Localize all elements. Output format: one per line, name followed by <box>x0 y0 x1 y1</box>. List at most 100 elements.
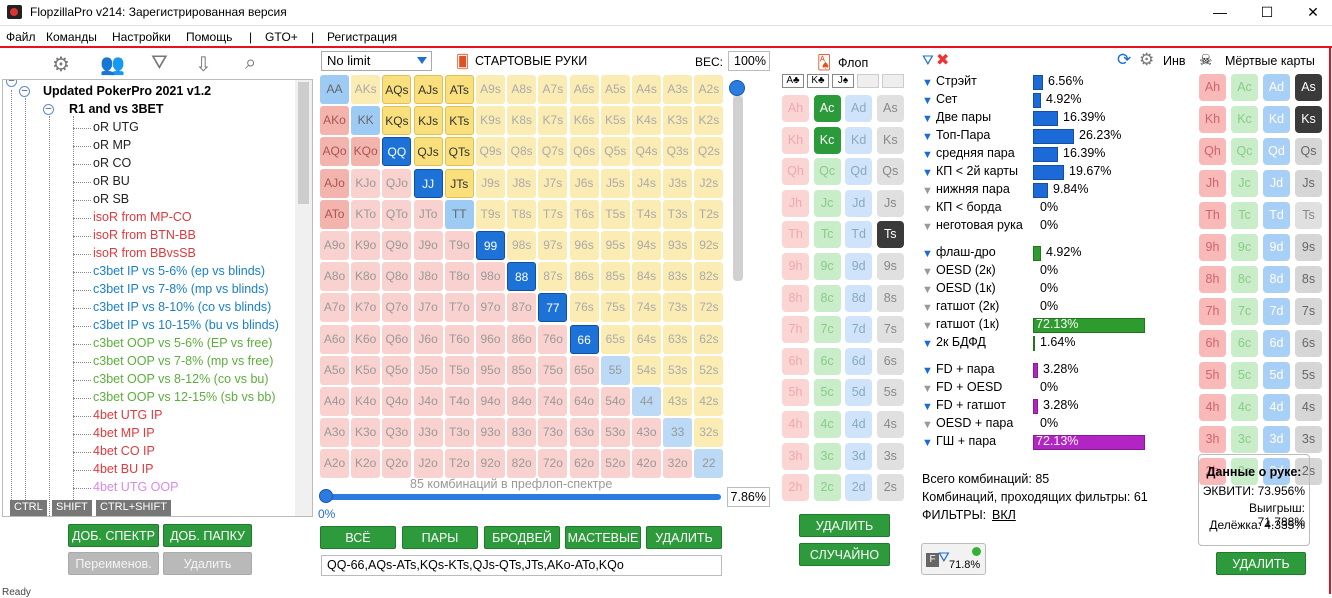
card-cell[interactable]: 2d <box>845 474 873 502</box>
card-cell[interactable]: Qs <box>1295 138 1322 165</box>
range-slider-knob[interactable] <box>319 489 333 503</box>
hand-cell[interactable]: J3s <box>663 168 693 198</box>
hand-cell[interactable]: J4s <box>632 168 661 198</box>
add-folder-button[interactable]: ДОБ. ПАПКУ <box>163 524 252 547</box>
tree-item[interactable]: 4bet BU IP <box>93 462 153 476</box>
hand-cell[interactable]: Q7s <box>538 137 568 167</box>
delete-button[interactable]: Удалить <box>163 552 252 575</box>
all-button[interactable]: ВСЁ <box>320 526 396 549</box>
card-cell[interactable]: 3d <box>1263 426 1290 453</box>
card-cell[interactable]: Ac <box>813 95 841 122</box>
card-cell[interactable]: Jh <box>1199 170 1226 197</box>
hand-cell[interactable]: AKo <box>320 106 349 136</box>
card-cell[interactable]: Kc <box>813 126 841 154</box>
broadway-button[interactable]: БРОДВЕЙ <box>484 526 560 549</box>
hand-cell[interactable]: K5s <box>600 106 630 136</box>
card-cell[interactable]: 5d <box>845 379 873 407</box>
hand-cell[interactable]: 72o <box>538 449 568 479</box>
hand-cell[interactable]: A8s <box>507 75 537 104</box>
stat-row[interactable]: ▼ Сет <box>922 92 957 109</box>
hand-cell[interactable]: 84s <box>632 262 661 292</box>
hand-cell[interactable]: 96s <box>569 231 599 260</box>
filters-toggle[interactable]: ВКЛ <box>992 508 1016 522</box>
card-cell[interactable]: 7c <box>1231 298 1258 325</box>
card-cell[interactable]: 4c <box>813 411 841 438</box>
close-button[interactable]: ✕ <box>1298 3 1328 21</box>
hand-cell[interactable]: Q2s <box>694 137 724 167</box>
tree-item[interactable]: c3bet IP vs 7-8% (mp vs blinds) <box>93 282 269 296</box>
hand-cell[interactable]: Q4o <box>382 387 412 416</box>
card-cell[interactable]: 9c <box>813 253 841 280</box>
card-cell[interactable]: 2h <box>782 474 809 502</box>
card-cell[interactable]: Ah <box>782 95 809 122</box>
filter-icon[interactable]: ▼ <box>922 419 933 431</box>
card-cell[interactable]: Ac <box>1231 74 1258 101</box>
card-cell[interactable]: 8h <box>1199 266 1226 293</box>
users-icon[interactable]: 👥 <box>100 52 125 77</box>
hand-cell[interactable]: A5s <box>600 75 630 104</box>
hand-cell[interactable]: 98s <box>507 231 537 260</box>
hand-cell[interactable]: AJo <box>320 168 349 198</box>
filter-icon[interactable]: ▼ <box>922 437 933 449</box>
tree-item[interactable]: isoR from BBvsSB <box>93 246 196 260</box>
hand-cell[interactable]: A3o <box>320 418 349 448</box>
stat-row[interactable]: ▼ гатшот (2к) <box>922 299 999 316</box>
hand-cell[interactable]: K2o <box>351 449 381 479</box>
hand-cell[interactable]: 72s <box>694 293 724 323</box>
hand-cell[interactable]: AJs <box>413 75 443 104</box>
card-cell[interactable]: Jh <box>782 189 809 217</box>
hand-cell[interactable]: Q3s <box>663 137 693 167</box>
clear-range-button[interactable]: УДАЛИТЬ <box>646 526 722 549</box>
card-cell[interactable]: 4d <box>845 411 873 438</box>
card-cell[interactable]: Kh <box>1199 106 1226 133</box>
hand-cell[interactable]: J5o <box>413 355 443 385</box>
stat-row[interactable]: ▼ нижняя пара <box>922 182 1010 199</box>
search-icon[interactable]: ⌕ <box>245 52 256 75</box>
hand-cell[interactable]: A9o <box>320 231 349 260</box>
card-cell[interactable]: Ah <box>1199 74 1226 101</box>
collapse-toggle-icon[interactable]: – <box>43 104 54 115</box>
card-cell[interactable]: Jd <box>1263 170 1290 197</box>
filter-icon[interactable]: ▼ <box>922 365 933 377</box>
tree-item[interactable]: c3bet OOP vs 5-6% (EP vs free) <box>93 336 272 350</box>
hand-cell[interactable]: KJs <box>413 106 443 136</box>
range-percent[interactable]: 7.86% <box>727 487 770 507</box>
tree-item[interactable]: c3bet OOP vs 8-12% (co vs bu) <box>93 372 269 386</box>
card-cell[interactable]: 7d <box>1263 298 1290 325</box>
hand-cell[interactable]: J8o <box>413 262 443 292</box>
hand-cell[interactable]: 66 <box>569 324 599 354</box>
hand-cell[interactable]: 76o <box>538 324 568 354</box>
tree-item[interactable]: oR MP <box>93 138 131 152</box>
hand-cell[interactable]: 32s <box>694 418 724 448</box>
hand-cell[interactable]: 52o <box>600 449 630 479</box>
hand-cell[interactable]: J6o <box>413 324 443 354</box>
hand-cell[interactable]: J5s <box>600 168 630 198</box>
card-cell[interactable]: Kc <box>1231 106 1258 133</box>
hand-cell[interactable]: T6s <box>569 199 599 229</box>
card-cell[interactable]: Th <box>1199 202 1226 229</box>
hand-cell[interactable]: J7o <box>413 293 443 323</box>
hand-cell[interactable]: A8o <box>320 262 349 292</box>
card-cell[interactable]: Qc <box>813 158 841 186</box>
hand-cell[interactable]: QQ <box>382 137 412 167</box>
hand-cell[interactable]: 82s <box>694 262 724 292</box>
hand-cell[interactable]: T3o <box>444 418 474 448</box>
hand-cell[interactable]: J2o <box>413 449 443 479</box>
inv-label[interactable]: Инв <box>1163 54 1186 68</box>
card-cell[interactable]: 9s <box>876 253 904 280</box>
game-type-select[interactable]: No limit <box>321 51 432 71</box>
stat-row[interactable]: ▼ 2к БДФД <box>922 335 986 352</box>
card-cell[interactable]: 4d <box>1263 394 1290 421</box>
hand-cell[interactable]: A3s <box>663 75 693 104</box>
hand-cell[interactable]: T9s <box>476 199 505 229</box>
hand-cell[interactable]: Q2o <box>382 449 412 479</box>
menu-commands[interactable]: Команды <box>46 30 97 44</box>
hand-cell[interactable]: J2s <box>694 168 724 198</box>
hand-cell[interactable]: J8s <box>507 168 537 198</box>
card-cell[interactable]: 6h <box>1199 330 1226 357</box>
hand-cell[interactable]: A2s <box>694 75 724 104</box>
collapse-toggle-icon[interactable]: – <box>19 86 30 97</box>
card-cell[interactable]: 5h <box>1199 362 1226 389</box>
filter-icon[interactable]: ▼ <box>922 203 933 215</box>
hand-cell[interactable]: QTs <box>444 137 474 167</box>
